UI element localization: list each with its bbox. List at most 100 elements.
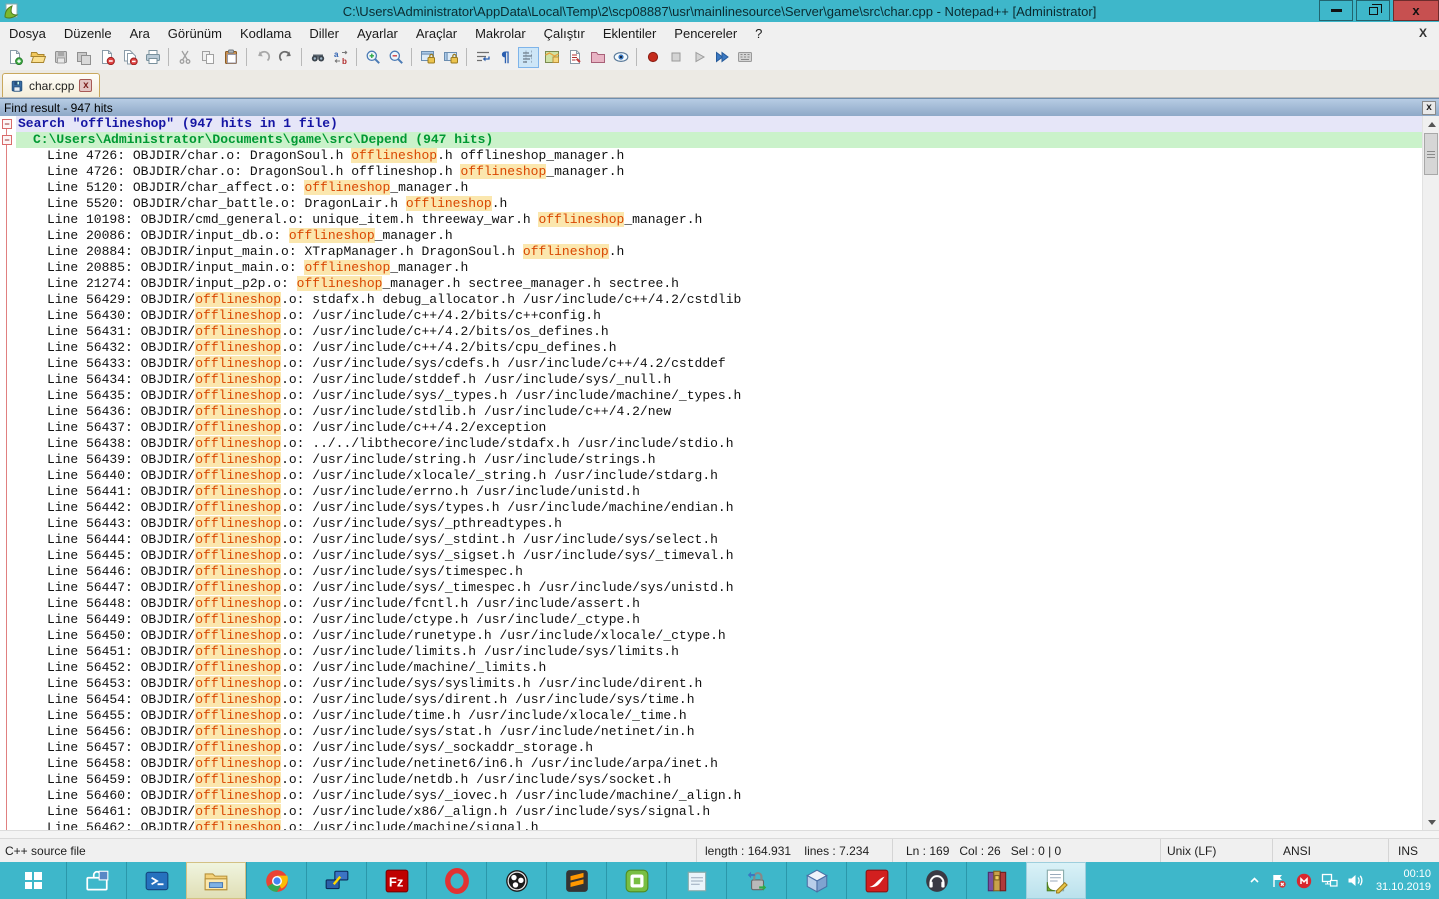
tab-char-cpp[interactable]: char.cpp x [2, 73, 100, 97]
taskbar-item-opera[interactable] [426, 862, 486, 899]
taskbar-item-notepad-plus-plus[interactable] [1026, 862, 1086, 899]
result-row[interactable]: Line 56431: OBJDIR/offlineshop.o: /usr/i… [16, 324, 1422, 340]
taskbar-item-putty[interactable] [306, 862, 366, 899]
document-map-icon[interactable] [541, 47, 562, 68]
taskbar-item-file-explorer[interactable] [186, 862, 246, 899]
result-row[interactable]: Line 56437: OBJDIR/offlineshop.o: /usr/i… [16, 420, 1422, 436]
menu-pencereler[interactable]: Pencereler [665, 24, 746, 43]
result-row[interactable]: Line 5520: OBJDIR/char_battle.o: DragonL… [16, 196, 1422, 212]
result-row[interactable]: Line 4726: OBJDIR/char.o: DragonSoul.h o… [16, 148, 1422, 164]
result-row[interactable]: Line 56457: OBJDIR/offlineshop.o: /usr/i… [16, 740, 1422, 756]
action-center-flag-icon[interactable] [1270, 873, 1287, 889]
find-icon[interactable] [307, 47, 328, 68]
taskbar-item-sublime-text[interactable] [546, 862, 606, 899]
taskbar-item-filezilla[interactable]: Fz [366, 862, 426, 899]
cut-icon[interactable] [174, 47, 195, 68]
close-all-icon[interactable] [119, 47, 140, 68]
save-icon[interactable] [50, 47, 71, 68]
result-row[interactable]: Line 56455: OBJDIR/offlineshop.o: /usr/i… [16, 708, 1422, 724]
result-row[interactable]: Line 56430: OBJDIR/offlineshop.o: /usr/i… [16, 308, 1422, 324]
result-row[interactable]: Line 56458: OBJDIR/offlineshop.o: /usr/i… [16, 756, 1422, 772]
result-row[interactable]: Line 56454: OBJDIR/offlineshop.o: /usr/i… [16, 692, 1422, 708]
result-row[interactable]: Line 56443: OBJDIR/offlineshop.o: /usr/i… [16, 516, 1422, 532]
taskbar-item-vsphere-client[interactable] [606, 862, 666, 899]
result-row[interactable]: Line 56448: OBJDIR/offlineshop.o: /usr/i… [16, 596, 1422, 612]
taskbar-item-server-manager[interactable] [66, 862, 126, 899]
result-row[interactable]: Line 56447: OBJDIR/offlineshop.o: /usr/i… [16, 580, 1422, 596]
taskbar-item-notepad[interactable] [666, 862, 726, 899]
result-row[interactable]: Line 56445: OBJDIR/offlineshop.o: /usr/i… [16, 548, 1422, 564]
scroll-up-icon[interactable] [1423, 116, 1439, 132]
mega-tray-icon[interactable] [1296, 873, 1312, 889]
menu-g-r-n-m[interactable]: Görünüm [159, 24, 231, 43]
save-all-icon[interactable] [73, 47, 94, 68]
menubar-close-icon[interactable]: X [1407, 26, 1439, 40]
menu-ara-lar[interactable]: Araçlar [407, 24, 466, 43]
result-row[interactable]: Line 56450: OBJDIR/offlineshop.o: /usr/i… [16, 628, 1422, 644]
result-row[interactable]: Line 5120: OBJDIR/char_affect.o: offline… [16, 180, 1422, 196]
tray-chevron-up-icon[interactable] [1248, 874, 1261, 887]
result-row[interactable]: Line 56449: OBJDIR/offlineshop.o: /usr/i… [16, 612, 1422, 628]
result-row[interactable]: Line 56440: OBJDIR/offlineshop.o: /usr/i… [16, 468, 1422, 484]
menu-makrolar[interactable]: Makrolar [466, 24, 535, 43]
result-row[interactable]: Line 56432: OBJDIR/offlineshop.o: /usr/i… [16, 340, 1422, 356]
result-row[interactable]: Line 56462: OBJDIR/offlineshop.o: /usr/i… [16, 820, 1422, 830]
result-row[interactable]: Line 56451: OBJDIR/offlineshop.o: /usr/i… [16, 644, 1422, 660]
taskbar-item-mysql[interactable] [846, 862, 906, 899]
result-row[interactable]: Line 56444: OBJDIR/offlineshop.o: /usr/i… [16, 532, 1422, 548]
taskbar-item-winscp[interactable] [726, 862, 786, 899]
sync-horizontal-scroll-icon[interactable] [440, 47, 461, 68]
fold-collapse-icon[interactable]: − [2, 135, 12, 145]
panel-close-icon[interactable]: x [1422, 101, 1436, 115]
play-macro-icon[interactable] [688, 47, 709, 68]
word-wrap-icon[interactable] [472, 47, 493, 68]
close-button[interactable]: x [1393, 0, 1439, 21]
paste-icon[interactable] [220, 47, 241, 68]
copy-icon[interactable] [197, 47, 218, 68]
restore-button[interactable] [1356, 0, 1390, 21]
result-row[interactable]: Line 56435: OBJDIR/offlineshop.o: /usr/i… [16, 388, 1422, 404]
result-row[interactable]: Line 56446: OBJDIR/offlineshop.o: /usr/i… [16, 564, 1422, 580]
replace-icon[interactable]: ab [330, 47, 351, 68]
result-row[interactable]: Line 56429: OBJDIR/offlineshop.o: stdafx… [16, 292, 1422, 308]
result-row[interactable]: Line 56452: OBJDIR/offlineshop.o: /usr/i… [16, 660, 1422, 676]
result-row[interactable]: Line 56439: OBJDIR/offlineshop.o: /usr/i… [16, 452, 1422, 468]
menu-ara[interactable]: Ara [121, 24, 159, 43]
result-row[interactable]: Line 56436: OBJDIR/offlineshop.o: /usr/i… [16, 404, 1422, 420]
menu-?[interactable]: ? [746, 24, 771, 43]
taskbar-item-powershell[interactable] [126, 862, 186, 899]
result-row[interactable]: Line 10198: OBJDIR/cmd_general.o: unique… [16, 212, 1422, 228]
open-file-icon[interactable] [27, 47, 48, 68]
menu-eklentiler[interactable]: Eklentiler [594, 24, 665, 43]
result-row[interactable]: Line 20884: OBJDIR/input_main.o: XTrapMa… [16, 244, 1422, 260]
menu--al-t-r[interactable]: Çalıştır [535, 24, 594, 43]
folder-as-workspace-icon[interactable] [587, 47, 608, 68]
undo-icon[interactable] [252, 47, 273, 68]
redo-icon[interactable] [275, 47, 296, 68]
volume-icon[interactable] [1347, 873, 1364, 888]
horizontal-scrollbar[interactable] [0, 830, 1439, 838]
result-row[interactable]: Line 56453: OBJDIR/offlineshop.o: /usr/i… [16, 676, 1422, 692]
result-row[interactable]: Line 56461: OBJDIR/offlineshop.o: /usr/i… [16, 804, 1422, 820]
save-macro-icon[interactable] [734, 47, 755, 68]
result-row[interactable]: Line 56438: OBJDIR/offlineshop.o: ../../… [16, 436, 1422, 452]
close-file-icon[interactable] [96, 47, 117, 68]
scrollbar-thumb[interactable] [1424, 133, 1438, 175]
result-row[interactable]: Line 21274: OBJDIR/input_p2p.o: offlines… [16, 276, 1422, 292]
result-row[interactable]: Line 56434: OBJDIR/offlineshop.o: /usr/i… [16, 372, 1422, 388]
view-monitoring-icon[interactable] [610, 47, 631, 68]
zoom-out-icon[interactable] [385, 47, 406, 68]
taskbar-item-teamspeak[interactable] [906, 862, 966, 899]
result-row[interactable]: Line 56459: OBJDIR/offlineshop.o: /usr/i… [16, 772, 1422, 788]
result-row[interactable]: Line 56456: OBJDIR/offlineshop.o: /usr/i… [16, 724, 1422, 740]
result-row[interactable]: Line 20885: OBJDIR/input_main.o: offline… [16, 260, 1422, 276]
file-header-row[interactable]: C:\Users\Administrator\Documents\game\sr… [16, 132, 1422, 148]
clock[interactable]: 00:10 31.10.2019 [1376, 868, 1431, 894]
taskbar-item-obs-studio[interactable] [486, 862, 546, 899]
result-row[interactable]: Line 4726: OBJDIR/char.o: DragonSoul.h o… [16, 164, 1422, 180]
menu-d-zenle[interactable]: Düzenle [55, 24, 121, 43]
network-icon[interactable] [1321, 873, 1338, 888]
search-header-row[interactable]: Search "offlineshop" (947 hits in 1 file… [16, 116, 1422, 132]
new-file-icon[interactable] [4, 47, 25, 68]
taskbar-item-virtualbox[interactable] [786, 862, 846, 899]
